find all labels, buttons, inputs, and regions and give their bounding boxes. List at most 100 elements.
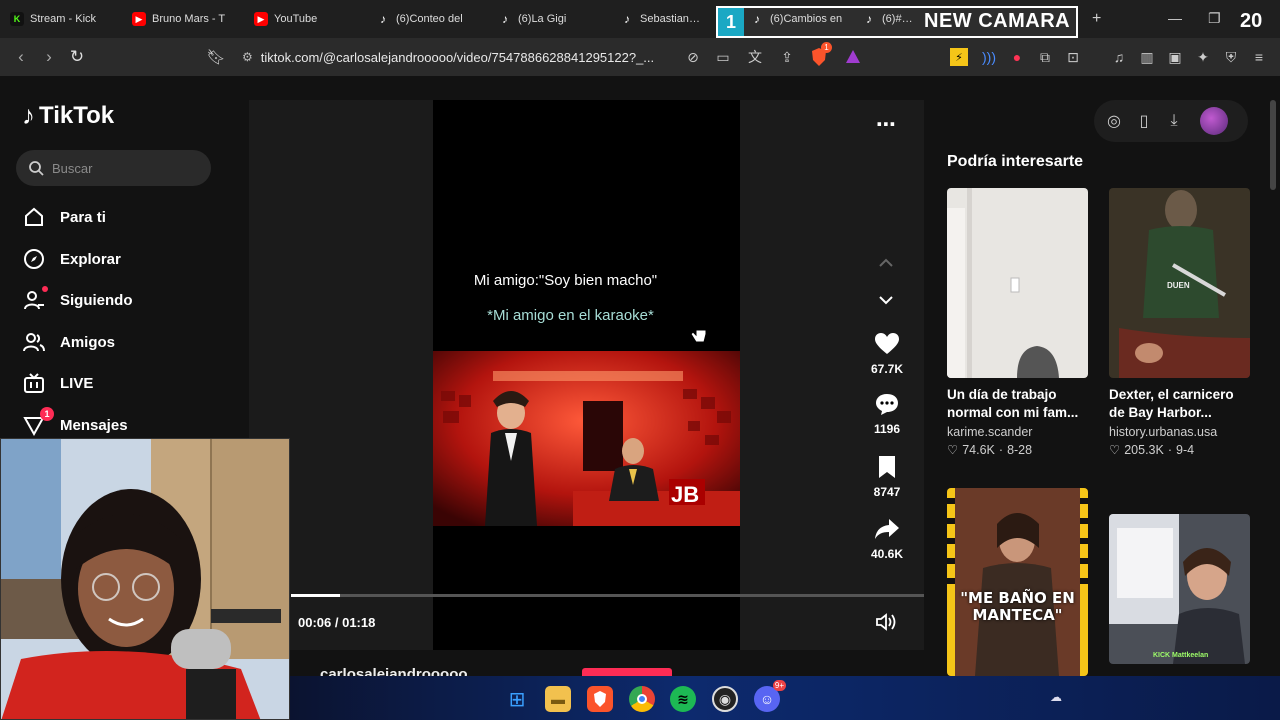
- recommended-video-card[interactable]: Un día de trabajo normal con mi fam... k…: [947, 188, 1088, 457]
- extension-bolt-icon[interactable]: ⚡: [950, 48, 968, 66]
- nav-label: Amigos: [60, 333, 116, 351]
- youtube-icon: ▶: [132, 12, 146, 26]
- brave-shield-icon[interactable]: 1: [808, 42, 832, 68]
- share-arrow-icon: [875, 519, 899, 539]
- spotify-icon[interactable]: ≋: [670, 686, 696, 712]
- leo-ai-icon[interactable]: ✦: [1192, 46, 1214, 68]
- share-button[interactable]: 40.6K: [862, 517, 912, 561]
- tab-tiktok-gigi[interactable]: ♪ (6)La Gigi: [488, 0, 610, 38]
- avatar[interactable]: [1200, 107, 1228, 135]
- sidebar-icon[interactable]: ▥: [1136, 46, 1158, 68]
- recommended-video-card[interactable]: KICK Mattkeelan: [1109, 514, 1250, 664]
- heart-outline-icon: ♡: [1109, 443, 1121, 458]
- video-thumbnail: KICK Mattkeelan: [1109, 514, 1250, 664]
- tab-youtube[interactable]: ▶ YouTube: [244, 0, 366, 38]
- extension-record-icon[interactable]: ●: [1006, 46, 1028, 68]
- reload-icon[interactable]: ↻: [66, 46, 88, 68]
- bookmark-icon[interactable]: 🔖︎: [205, 46, 227, 68]
- card-stats: ♡ 74.6K · 8-28: [947, 442, 1033, 458]
- url-text: tiktok.com/@carlosalejandrooooo/video/75…: [260, 49, 655, 65]
- tab-title: (6)La Gigi: [518, 13, 567, 25]
- tab-tiktok-cambios[interactable]: ♪ (6)Cambios en: [740, 0, 858, 38]
- card-title: Un día de trabajo normal con mi fam...: [947, 387, 1079, 421]
- extensions-puzzle-icon[interactable]: ⧉: [1034, 46, 1056, 68]
- brave-rewards-icon[interactable]: [842, 46, 864, 68]
- thumbnail-text: "ME BAÑO EN MANTECA": [960, 589, 1075, 625]
- volume-icon[interactable]: [875, 612, 899, 634]
- camera-number: 20: [1240, 10, 1263, 32]
- windows-start-icon[interactable]: ⊞: [504, 686, 530, 712]
- page-scrollbar[interactable]: [1270, 100, 1276, 190]
- video-caption-top: Mi amigo:"Soy bien macho": [473, 272, 658, 289]
- video-progress-fill: [291, 594, 340, 597]
- brave-icon[interactable]: [587, 686, 613, 712]
- tab-tiktok-sebastian[interactable]: ♪ SebastianBarr: [610, 0, 716, 38]
- heart-outline-icon: ♡: [947, 443, 959, 458]
- nav-messages[interactable]: 1 Mensajes: [22, 407, 128, 437]
- nav-following[interactable]: Siguiendo: [22, 286, 133, 312]
- download-icon[interactable]: ⤓: [1164, 111, 1184, 131]
- mouse-cursor-icon: [690, 322, 708, 344]
- nav-friends[interactable]: Amigos: [22, 330, 115, 354]
- cast-icon[interactable]: ▭: [712, 46, 734, 68]
- minimize-icon[interactable]: —: [1168, 10, 1182, 26]
- mobile-app-icon[interactable]: ▯: [1134, 111, 1154, 131]
- maximize-icon[interactable]: ❐: [1208, 10, 1221, 27]
- screenshot-icon[interactable]: ⊡: [1062, 46, 1084, 68]
- like-button[interactable]: 67.7K: [862, 332, 912, 376]
- media-icon[interactable]: ♫: [1108, 46, 1130, 68]
- share-count: 40.6K: [870, 547, 904, 561]
- comment-button[interactable]: 1196: [862, 392, 912, 436]
- tab-tiktok-mima[interactable]: ♪ (6)#mima: [852, 0, 924, 38]
- menu-icon[interactable]: ≡: [1248, 46, 1270, 68]
- nav-for-you[interactable]: Para ti: [22, 205, 106, 229]
- following-icon: [22, 286, 48, 312]
- kick-icon: K: [10, 12, 24, 26]
- nav-label: Mensajes: [60, 416, 128, 434]
- heart-icon: [875, 333, 899, 354]
- video-progress-bar[interactable]: [291, 594, 924, 597]
- wallet-icon[interactable]: ▣: [1164, 46, 1186, 68]
- card-date: 8-28: [1007, 442, 1033, 457]
- discord-icon[interactable]: ☺ 9+: [754, 680, 786, 712]
- obs-icon[interactable]: ◉: [712, 686, 738, 712]
- save-button[interactable]: 8747: [862, 455, 912, 499]
- more-options-icon[interactable]: ⋯: [874, 112, 898, 136]
- tab-title: Bruno Mars - T: [152, 13, 226, 25]
- messages-badge: 1: [40, 407, 54, 421]
- recommended-video-card[interactable]: "ME BAÑO EN MANTECA": [947, 488, 1088, 676]
- address-bar[interactable]: ⚙ tiktok.com/@carlosalejandrooooo/video/…: [242, 44, 702, 70]
- card-user: karime.scander: [947, 425, 1033, 440]
- site-info-icon[interactable]: ⚙: [242, 50, 253, 64]
- cloud-icon[interactable]: ☁: [1050, 690, 1062, 704]
- card-likes: 205.3K: [1124, 442, 1164, 457]
- chevron-up-icon[interactable]: [876, 253, 896, 273]
- tab-title: (6)#mima: [882, 13, 914, 25]
- video-frame: JB: [433, 351, 740, 526]
- forward-icon[interactable]: ›: [38, 46, 60, 68]
- nav-explore[interactable]: Explorar: [22, 247, 121, 271]
- new-tab-button[interactable]: +: [1092, 10, 1101, 28]
- vpn-icon[interactable]: ⛨: [1220, 46, 1242, 68]
- back-icon[interactable]: ‹: [10, 46, 32, 68]
- search-box[interactable]: [16, 150, 211, 186]
- coins-icon[interactable]: ◎: [1104, 111, 1124, 131]
- tab-youtube-bruno[interactable]: ▶ Bruno Mars - T: [122, 0, 244, 38]
- reader-mode-icon[interactable]: ⊘: [682, 46, 704, 68]
- chrome-icon[interactable]: [629, 686, 655, 712]
- tiktok-logo[interactable]: ♪ TikTok: [22, 100, 114, 131]
- translate-icon[interactable]: 文: [744, 46, 766, 68]
- tab-tiktok-conteo[interactable]: ♪ (6)Conteo del: [366, 0, 488, 38]
- nav-live[interactable]: LIVE: [22, 371, 93, 395]
- search-input[interactable]: [52, 160, 192, 176]
- new-content-dot: [42, 286, 48, 292]
- recommended-video-card[interactable]: DUEN Dexter, el carnicero de Bay Harbor.…: [1109, 188, 1250, 457]
- share-icon[interactable]: ⇪: [776, 46, 798, 68]
- chevron-down-icon[interactable]: [876, 290, 896, 310]
- tab-kick-stream[interactable]: K Stream - Kick: [0, 0, 122, 38]
- tiktok-icon: ♪: [754, 12, 760, 26]
- shield-count-badge: 1: [821, 42, 832, 53]
- extension-audio-icon[interactable]: ))): [978, 46, 1000, 68]
- file-explorer-icon[interactable]: ▬: [545, 686, 571, 712]
- tiktok-icon: ♪: [866, 12, 872, 26]
